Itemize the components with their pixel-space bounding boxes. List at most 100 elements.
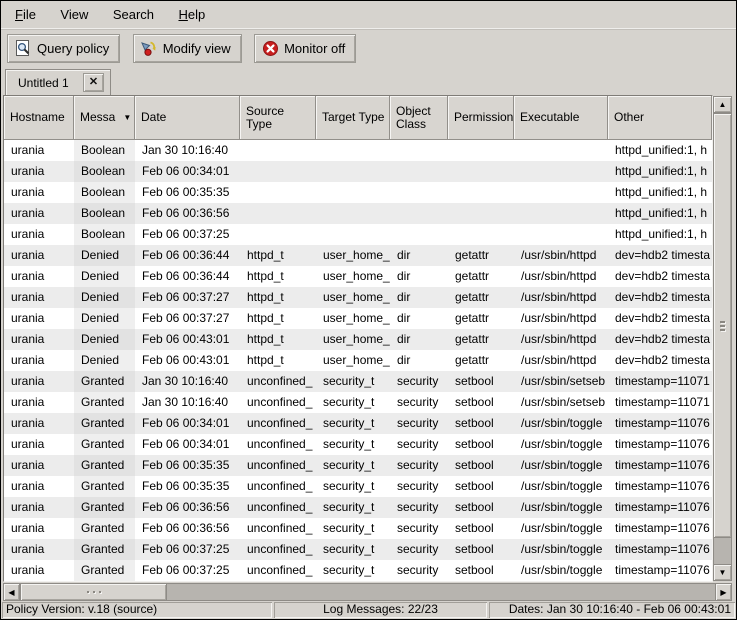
table-cell: Feb 06 00:35:35: [135, 455, 240, 476]
table-cell: Feb 06 00:43:01: [135, 329, 240, 350]
vertical-scrollbar[interactable]: ▲ ▼: [713, 96, 732, 581]
table-row[interactable]: uraniaGrantedFeb 06 00:36:56unconfined_s…: [4, 518, 712, 539]
tab-untitled-1[interactable]: Untitled 1 ✕: [5, 69, 111, 95]
table-cell: timestamp=11076: [608, 476, 712, 497]
table-cell: [514, 203, 608, 224]
table-cell: dir: [390, 350, 448, 371]
vertical-scrollbar-thumb[interactable]: [713, 113, 732, 538]
column-header-label: Source Type: [246, 105, 313, 131]
query-policy-button[interactable]: Query policy: [7, 34, 120, 63]
column-header-executable[interactable]: Executable: [514, 96, 608, 140]
table-cell: timestamp=11076: [608, 539, 712, 560]
table-row[interactable]: uraniaBooleanFeb 06 00:35:35httpd_unifie…: [4, 182, 712, 203]
column-header-hostname[interactable]: Hostname: [4, 96, 74, 140]
monitor-off-label: Monitor off: [284, 41, 345, 56]
table-cell: /usr/sbin/toggle: [514, 476, 608, 497]
table-row[interactable]: uraniaGrantedJan 30 10:16:40unconfined_s…: [4, 392, 712, 413]
menu-search[interactable]: Search: [103, 4, 164, 25]
scroll-down-button[interactable]: ▼: [713, 564, 732, 581]
table-cell: urania: [4, 140, 74, 161]
table-row[interactable]: uraniaBooleanJan 30 10:16:40httpd_unifie…: [4, 140, 712, 161]
table-cell: timestamp=11076: [608, 413, 712, 434]
table-cell: setbool: [448, 392, 514, 413]
scroll-down-icon: ▼: [719, 568, 727, 577]
table-cell: user_home_: [316, 245, 390, 266]
table-cell: Jan 30 10:16:40: [135, 392, 240, 413]
menu-view[interactable]: View: [50, 4, 98, 25]
tab-close-button[interactable]: ✕: [83, 73, 104, 92]
table-cell: urania: [4, 308, 74, 329]
table-cell: [240, 182, 316, 203]
horizontal-scrollbar-thumb[interactable]: [20, 583, 167, 601]
table-cell: [240, 203, 316, 224]
scroll-right-button[interactable]: ▶: [715, 583, 732, 601]
table-cell: getattr: [448, 287, 514, 308]
column-header-label: Executable: [520, 111, 579, 124]
column-header-object-class[interactable]: Object Class: [390, 96, 448, 140]
column-header-target-type[interactable]: Target Type: [316, 96, 390, 140]
modify-view-label: Modify view: [163, 41, 231, 56]
table-row[interactable]: uraniaDeniedFeb 06 00:43:01httpd_tuser_h…: [4, 350, 712, 371]
table-row[interactable]: uraniaDeniedFeb 06 00:36:44httpd_tuser_h…: [4, 266, 712, 287]
table-cell: Feb 06 00:36:44: [135, 245, 240, 266]
table-row[interactable]: uraniaBooleanFeb 06 00:34:01httpd_unifie…: [4, 161, 712, 182]
menu-help[interactable]: Help: [168, 4, 215, 25]
table-row[interactable]: uraniaBooleanFeb 06 00:36:56httpd_unifie…: [4, 203, 712, 224]
column-header-date[interactable]: Date: [135, 96, 240, 140]
table-cell: security: [390, 518, 448, 539]
scroll-left-button[interactable]: ◀: [3, 583, 20, 601]
table-cell: setbool: [448, 497, 514, 518]
table-cell: setbool: [448, 371, 514, 392]
table-row[interactable]: uraniaGrantedFeb 06 00:34:01unconfined_s…: [4, 434, 712, 455]
table-cell: /usr/sbin/toggle: [514, 434, 608, 455]
table-row[interactable]: uraniaGrantedFeb 06 00:35:35unconfined_s…: [4, 476, 712, 497]
table-cell: Feb 06 00:36:44: [135, 266, 240, 287]
query-policy-icon: [15, 40, 32, 57]
table-cell: dir: [390, 287, 448, 308]
table-row[interactable]: uraniaGrantedFeb 06 00:37:25unconfined_s…: [4, 560, 712, 581]
column-header-source-type[interactable]: Source Type: [240, 96, 316, 140]
table-row[interactable]: uraniaDeniedFeb 06 00:37:27httpd_tuser_h…: [4, 287, 712, 308]
table-cell: security: [390, 455, 448, 476]
table-cell: Feb 06 00:37:25: [135, 539, 240, 560]
table-cell: setbool: [448, 476, 514, 497]
table-cell: httpd_t: [240, 245, 316, 266]
table-cell: security_t: [316, 455, 390, 476]
table-cell: [390, 182, 448, 203]
table-row[interactable]: uraniaGrantedFeb 06 00:35:35unconfined_s…: [4, 455, 712, 476]
table-row[interactable]: uraniaGrantedFeb 06 00:34:01unconfined_s…: [4, 413, 712, 434]
modify-view-button[interactable]: Modify view: [133, 34, 242, 63]
table-cell: urania: [4, 434, 74, 455]
table-row[interactable]: uraniaBooleanFeb 06 00:37:25httpd_unifie…: [4, 224, 712, 245]
table-cell: urania: [4, 476, 74, 497]
table-cell: urania: [4, 518, 74, 539]
table-cell: [240, 140, 316, 161]
table-cell: timestamp=11076: [608, 560, 712, 581]
table-cell: setbool: [448, 413, 514, 434]
table-row[interactable]: uraniaGrantedFeb 06 00:36:56unconfined_s…: [4, 497, 712, 518]
table-cell: Denied: [74, 287, 135, 308]
table-cell: urania: [4, 266, 74, 287]
dates-section: Dates: Jan 30 10:16:40 - Feb 06 00:43:01: [489, 602, 735, 618]
table-row[interactable]: uraniaDeniedFeb 06 00:43:01httpd_tuser_h…: [4, 329, 712, 350]
horizontal-scrollbar[interactable]: ◀ ▶: [3, 583, 732, 601]
table-cell: dev=hdb2 timesta: [608, 287, 712, 308]
table-cell: Feb 06 00:37:27: [135, 308, 240, 329]
column-header-other[interactable]: Other: [608, 96, 712, 140]
scroll-up-button[interactable]: ▲: [713, 96, 732, 113]
table-cell: getattr: [448, 329, 514, 350]
menu-file[interactable]: File: [5, 4, 46, 25]
table-cell: Feb 06 00:36:56: [135, 518, 240, 539]
table-cell: dev=hdb2 timesta: [608, 245, 712, 266]
table-cell: setbool: [448, 455, 514, 476]
monitor-off-button[interactable]: Monitor off: [254, 34, 356, 63]
table-cell: security_t: [316, 560, 390, 581]
table-row[interactable]: uraniaDeniedFeb 06 00:37:27httpd_tuser_h…: [4, 308, 712, 329]
column-header-messa[interactable]: Messa▼: [74, 96, 135, 140]
table-row[interactable]: uraniaGrantedJan 30 10:16:40unconfined_s…: [4, 371, 712, 392]
table-row[interactable]: uraniaDeniedFeb 06 00:36:44httpd_tuser_h…: [4, 245, 712, 266]
table-row[interactable]: uraniaGrantedFeb 06 00:37:25unconfined_s…: [4, 539, 712, 560]
column-header-permission[interactable]: Permission: [448, 96, 514, 140]
table-cell: security: [390, 497, 448, 518]
table-cell: /usr/sbin/setseb: [514, 371, 608, 392]
